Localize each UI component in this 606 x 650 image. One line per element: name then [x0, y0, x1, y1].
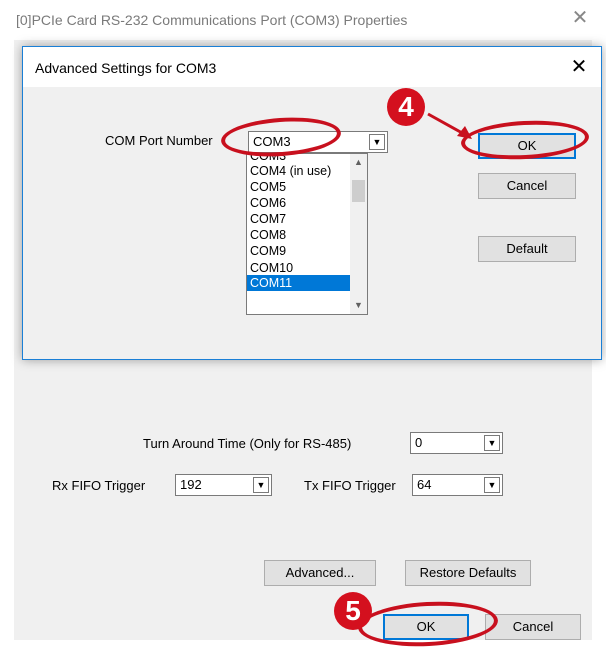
restore-defaults-button[interactable]: Restore Defaults [405, 560, 531, 586]
list-item[interactable]: COM4 (in use) [249, 163, 350, 179]
turn-around-select[interactable]: 0 ▼ [410, 432, 503, 454]
list-item[interactable]: COM9 [249, 243, 350, 259]
list-item[interactable]: COM7 [249, 211, 350, 227]
dialog-cancel-button[interactable]: Cancel [478, 173, 576, 199]
step-5-badge: 5 [334, 592, 372, 630]
list-item[interactable]: COM8 [249, 227, 350, 243]
list-item[interactable]: COM5 [249, 179, 350, 195]
com-port-dropdown-list[interactable]: COM3 COM4 (in use) COM5 COM6 COM7 COM8 C… [246, 153, 368, 315]
rx-fifo-value: 192 [180, 477, 202, 492]
dialog-default-button[interactable]: Default [478, 236, 576, 262]
chevron-down-icon[interactable]: ▼ [253, 477, 269, 493]
dialog-title: Advanced Settings for COM3 [35, 60, 217, 76]
chevron-down-icon[interactable]: ▼ [369, 134, 385, 150]
window-title: [0]PCIe Card RS-232 Communications Port … [16, 12, 408, 28]
window-close-button[interactable]: ✕ [560, 6, 600, 30]
scroll-down-icon[interactable]: ▼ [350, 297, 367, 314]
chevron-down-icon[interactable]: ▼ [484, 435, 500, 451]
arrow-icon [427, 112, 472, 139]
step-4-badge: 4 [387, 88, 425, 126]
dialog-close-button[interactable]: ✕ [559, 53, 599, 81]
properties-cancel-button[interactable]: Cancel [485, 614, 581, 640]
tx-fifo-select[interactable]: 64 ▼ [412, 474, 503, 496]
rx-fifo-label: Rx FIFO Trigger [52, 478, 146, 493]
list-item-selected[interactable]: COM11 [247, 275, 354, 291]
com-port-label: COM Port Number [105, 133, 213, 148]
advanced-button[interactable]: Advanced... [264, 560, 376, 586]
dropdown-scrollbar[interactable]: ▲ ▼ [350, 154, 367, 314]
dialog-titlebar: Advanced Settings for COM3 ✕ [23, 47, 601, 87]
list-item[interactable]: COM6 [249, 195, 350, 211]
scroll-up-icon[interactable]: ▲ [350, 154, 367, 171]
scrollbar-thumb[interactable] [352, 180, 365, 202]
rx-fifo-select[interactable]: 192 ▼ [175, 474, 272, 496]
turn-around-value: 0 [415, 435, 423, 450]
tx-fifo-value: 64 [417, 477, 432, 492]
chevron-down-icon[interactable]: ▼ [484, 477, 500, 493]
tx-fifo-label: Tx FIFO Trigger [304, 478, 396, 493]
turn-around-label: Turn Around Time (Only for RS-485) [143, 436, 352, 451]
list-item[interactable]: COM10 [249, 260, 350, 276]
